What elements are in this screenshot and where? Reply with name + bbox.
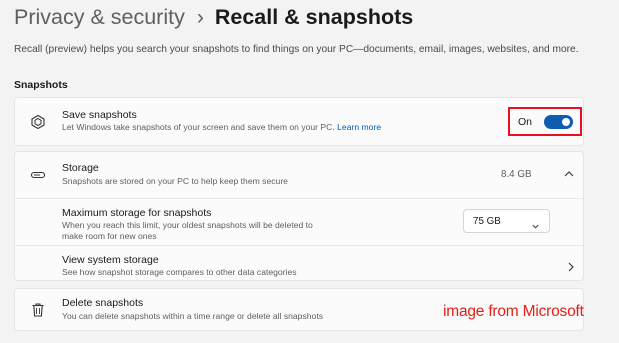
save-snapshots-card: Save snapshots Let Windows take snapshot… (14, 97, 584, 146)
section-title-snapshots: Snapshots (14, 79, 68, 91)
toggle-knob (562, 118, 570, 126)
page-title: Recall & snapshots (214, 5, 414, 29)
max-storage-row: Maximum storage for snapshots When you r… (15, 199, 583, 244)
breadcrumb-parent[interactable]: Privacy & security (14, 5, 185, 30)
max-storage-subtitle-line1: When you reach this limit, your oldest s… (62, 220, 313, 230)
breadcrumb: Privacy & security › Recall & snapshots (14, 5, 413, 35)
storage-subtitle: Snapshots are stored on your PC to help … (62, 176, 288, 186)
delete-snapshots-subtitle: You can delete snapshots within a time r… (62, 311, 324, 321)
max-storage-selected: 75 GB (473, 215, 501, 227)
chevron-down-icon (531, 218, 540, 236)
storage-used-value: 8.4 GB (501, 169, 532, 180)
view-system-storage-row[interactable]: View system storage See how snapshot sto… (15, 246, 583, 282)
save-snapshots-subtitle: Let Windows take snapshots of your scree… (62, 122, 381, 134)
save-snapshots-description: Let Windows take snapshots of your scree… (62, 122, 335, 132)
chevron-up-icon[interactable] (560, 165, 578, 183)
toggle-highlight-box: On (508, 107, 582, 136)
recall-icon (29, 113, 47, 131)
max-storage-title: Maximum storage for snapshots (62, 207, 212, 219)
view-system-storage-subtitle: See how snapshot storage compares to oth… (62, 267, 297, 277)
storage-icon (29, 166, 47, 184)
storage-card: Storage Snapshots are stored on your PC … (14, 151, 584, 281)
watermark-text: image from Microsoft (443, 303, 584, 320)
page-description: Recall (preview) helps you search your s… (14, 44, 579, 55)
chevron-right-icon (562, 258, 580, 276)
save-snapshots-title: Save snapshots (62, 109, 137, 121)
max-storage-subtitle-line2: make room for new ones (62, 231, 157, 241)
view-system-storage-title: View system storage (62, 254, 159, 266)
toggle-state-label: On (518, 115, 533, 128)
trash-icon (29, 301, 47, 319)
max-storage-dropdown[interactable]: 75 GB (463, 209, 550, 233)
delete-snapshots-title: Delete snapshots (62, 297, 144, 309)
save-snapshots-toggle[interactable] (544, 115, 573, 129)
breadcrumb-separator: › (196, 6, 204, 29)
storage-title: Storage (62, 162, 99, 174)
storage-header-row[interactable]: Storage Snapshots are stored on your PC … (15, 152, 583, 197)
learn-more-link[interactable]: Learn more (337, 122, 381, 132)
